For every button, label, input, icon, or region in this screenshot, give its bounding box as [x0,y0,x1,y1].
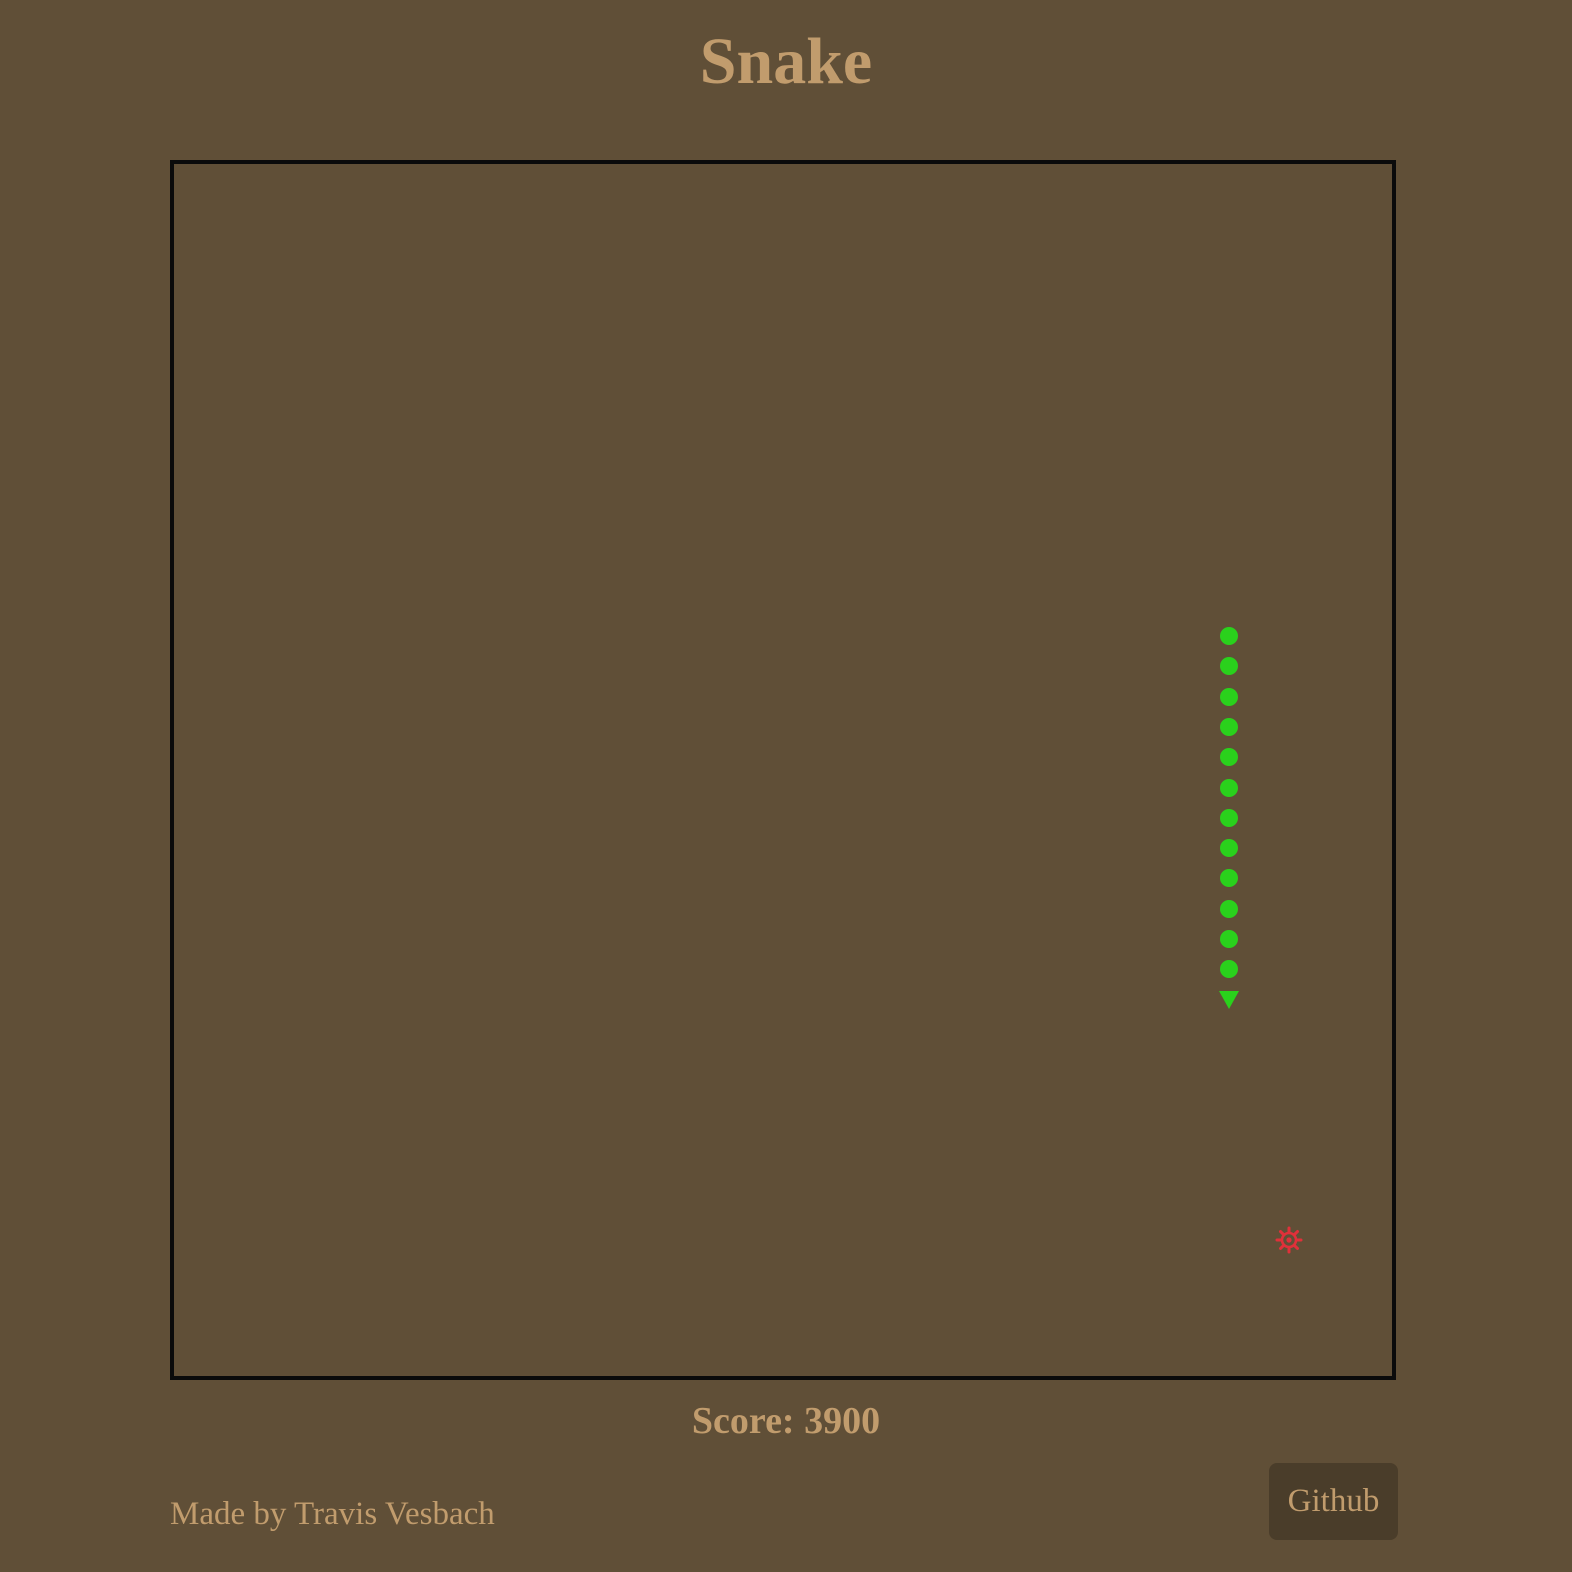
snake-segment [1220,657,1238,676]
github-button[interactable]: Github [1269,1463,1398,1540]
snake-segment [1220,748,1238,767]
game-board[interactable] [170,160,1396,1380]
score-display: Score: 3900 [691,1400,881,1442]
snake-head [1219,990,1239,1009]
credit-text: Made by Travis Vesbach [170,1496,495,1532]
snake-segment [1220,899,1238,918]
snake-segment [1220,717,1238,736]
snake-segment [1220,839,1238,858]
snake-segment [1220,778,1238,797]
snake-segment [1220,930,1238,948]
food-gear-icon [1275,1226,1303,1254]
snake-segment [1220,808,1238,827]
snake-segment [1220,627,1238,645]
snake-segment [1220,687,1238,706]
snake-segment [1220,869,1238,888]
snake-segment [1220,960,1238,979]
page-title: Snake [699,25,873,98]
